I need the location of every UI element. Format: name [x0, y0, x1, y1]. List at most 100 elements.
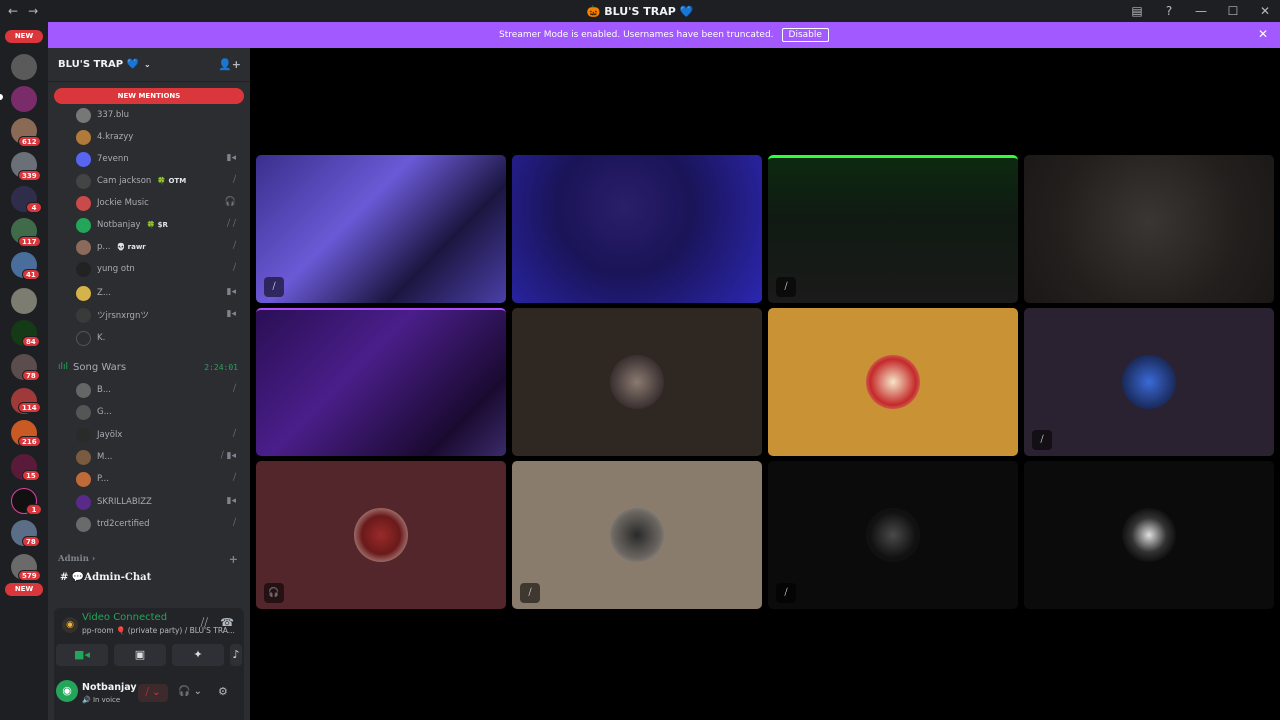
voice-user[interactable]: G...	[76, 403, 244, 421]
video-tile-3[interactable]: ⧸	[768, 155, 1018, 303]
avatar	[76, 449, 91, 465]
screen-share-button[interactable]: ▣	[114, 644, 166, 666]
voice-user[interactable]: p... 💀 rawr ⧸	[76, 238, 244, 256]
category-admin[interactable]: Admin › +	[58, 553, 244, 566]
avatar-tile-6[interactable]	[512, 308, 762, 456]
voice-channel-song-wars[interactable]: ılıl Song Wars 2:24:01	[58, 358, 244, 376]
user-settings-gear-icon[interactable]: ⚙	[218, 685, 228, 698]
avatar	[76, 307, 91, 323]
back-arrow-icon[interactable]: ←	[8, 4, 18, 18]
avatar	[76, 330, 91, 346]
avatar-tile-12[interactable]	[1024, 461, 1274, 609]
disable-streamer-mode-button[interactable]: Disable	[781, 28, 829, 42]
close-window-button[interactable]: ✕	[1256, 4, 1274, 18]
voice-user[interactable]: Jockie Music 🎧	[76, 194, 244, 212]
avatar	[866, 355, 920, 409]
voice-user-name: yung otn	[97, 264, 135, 274]
minimize-button[interactable]: —	[1192, 4, 1210, 18]
mention-badge: 84	[22, 336, 40, 347]
voice-user-name: trd2certified	[97, 519, 150, 529]
user-name[interactable]: Notbanjay	[82, 682, 137, 693]
voice-user[interactable]: 337.blu	[76, 106, 244, 124]
user-tag: 🍀 $R	[146, 221, 168, 229]
voice-connected-title[interactable]: Video Connected	[82, 612, 167, 623]
activities-button[interactable]: ✦	[172, 644, 224, 666]
avatar	[76, 151, 91, 167]
avatar-tile-7[interactable]	[768, 308, 1018, 456]
voice-user[interactable]: ツjrsnxrgnツ ▮◂	[76, 306, 244, 324]
channel-sidebar: BLU'S TRAP 💙 ⌄ 👤+ NEW MENTIONS 337.blu 4…	[48, 48, 250, 720]
voice-user[interactable]: trd2certified ⧸	[76, 515, 244, 533]
voice-user[interactable]: Jayölx ⧸	[76, 426, 244, 444]
server-icon-8[interactable]	[11, 288, 37, 314]
voice-user[interactable]: P... ⧸	[76, 470, 244, 488]
inbox-icon[interactable]: ▤	[1128, 4, 1146, 18]
voice-user[interactable]: Notbanjay 🍀 $R ⧸ ⧸	[76, 216, 244, 234]
video-tile-2[interactable]	[512, 155, 762, 303]
server-name: BLU'S TRAP 💙	[58, 59, 140, 70]
voice-user-name: 337.blu	[97, 110, 130, 120]
help-icon[interactable]: ?	[1160, 4, 1178, 18]
muted-mic-icon: ⧸	[1032, 430, 1052, 450]
maximize-button[interactable]: ☐	[1224, 4, 1242, 18]
camera-icon: ▮◂	[226, 496, 236, 506]
voice-user[interactable]: yung otn ⧸	[76, 260, 244, 278]
mute-mic-button[interactable]: ⧸ ⌄	[138, 684, 168, 702]
avatar-tile-11[interactable]: ⧸	[768, 461, 1018, 609]
server-header[interactable]: BLU'S TRAP 💙 ⌄ 👤+	[48, 48, 250, 82]
user-tag: 💀 rawr	[116, 243, 146, 251]
close-icon[interactable]: ✕	[1258, 27, 1268, 41]
forward-arrow-icon[interactable]: →	[28, 4, 38, 18]
connection-signal-icon[interactable]: ◉	[62, 617, 78, 633]
voice-user[interactable]: Cam jackson 🍀 OTM ⧸	[76, 172, 244, 190]
unread-dot	[0, 94, 3, 100]
voice-user[interactable]: 7evenn ▮◂	[76, 150, 244, 168]
voice-user[interactable]: M... ⧸ ▮◂	[76, 448, 244, 466]
soundboard-button[interactable]: ♪	[230, 644, 242, 666]
avatar-tile-10[interactable]: ⧸	[512, 461, 762, 609]
muted-mic-icon: ⧸	[776, 583, 796, 603]
video-tile-4[interactable]	[1024, 155, 1274, 303]
voice-user[interactable]: K.	[76, 329, 244, 347]
deafen-headset-button[interactable]: 🎧 ⌄	[178, 686, 202, 697]
voice-channel-path[interactable]: pp-room 🎈 (private party) / BLU'S TRA...	[82, 626, 235, 635]
new-unread-pill-bottom[interactable]: NEW	[5, 583, 43, 596]
mention-badge: 114	[18, 402, 41, 413]
voice-user[interactable]: 4.krazyy	[76, 128, 244, 146]
video-tile-1[interactable]: ⧸	[256, 155, 506, 303]
avatar	[76, 129, 91, 145]
camera-button[interactable]: ■◂	[56, 644, 108, 666]
avatar-tile-9[interactable]: 🎧	[256, 461, 506, 609]
avatar	[610, 508, 664, 562]
server-icon-2[interactable]	[11, 86, 37, 112]
mention-badge: 216	[18, 436, 41, 447]
window-title: 🎃 BLU'S TRAP 💙	[586, 4, 694, 18]
voice-user[interactable]: B... ⧸	[76, 381, 244, 399]
disconnect-icon[interactable]: ☎	[220, 616, 234, 629]
avatar	[610, 355, 664, 409]
avatar	[76, 217, 91, 233]
avatar	[1122, 508, 1176, 562]
discord-window: ← → 🎃 BLU'S TRAP 💙 ▤ ? — ☐ ✕ NEW 612 339…	[0, 0, 1280, 720]
mention-badge: 4	[26, 202, 42, 213]
noise-suppression-icon[interactable]: ⧸⧸	[201, 616, 208, 630]
voice-user[interactable]: SKRILLABIZZ ▮◂	[76, 493, 244, 511]
create-channel-icon[interactable]: +	[229, 553, 238, 566]
voice-user-name: M...	[97, 452, 113, 462]
new-mentions-pill[interactable]: NEW MENTIONS	[54, 88, 244, 104]
avatar	[76, 404, 91, 420]
muted-mic-icon: ⧸	[232, 175, 236, 185]
avatar	[76, 107, 91, 123]
video-tile-5[interactable]	[256, 308, 506, 456]
user-avatar[interactable]: ◉	[56, 680, 78, 702]
text-channel-admin-chat[interactable]: # 💬Admin-Chat	[60, 572, 151, 583]
avatar-tile-8[interactable]: ⧸	[1024, 308, 1274, 456]
voice-user-name: p...	[97, 242, 111, 252]
mention-badge: 78	[22, 370, 40, 381]
server-icon-1[interactable]	[11, 54, 37, 80]
voice-user[interactable]: Z... ▮◂	[76, 284, 244, 302]
new-unread-pill-top[interactable]: NEW	[5, 30, 43, 43]
deafened-headset-icon: 🎧	[264, 583, 284, 603]
muted-mic-icon: ⧸	[232, 518, 236, 528]
invite-people-icon[interactable]: 👤+	[218, 58, 241, 71]
